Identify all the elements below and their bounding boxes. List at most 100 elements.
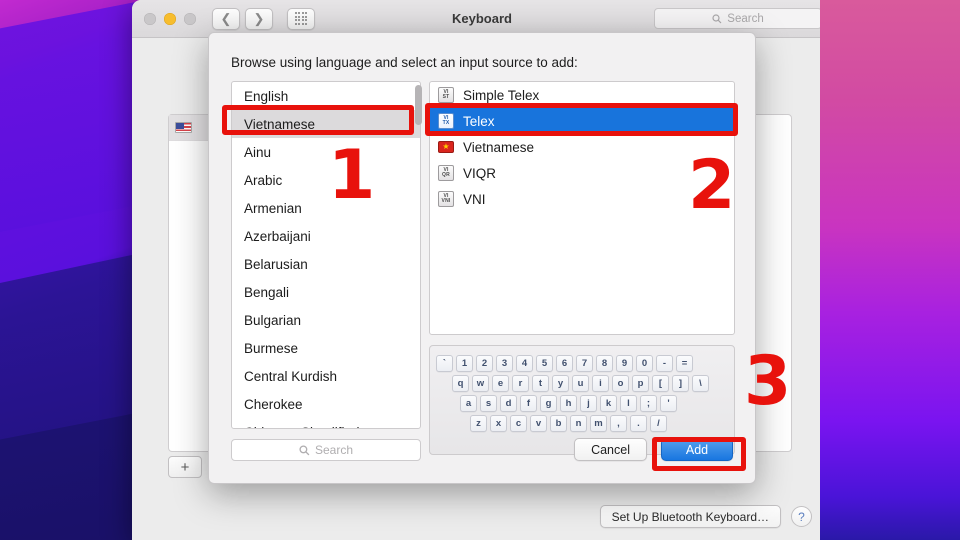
keyboard-key: x — [490, 415, 507, 432]
keyboard-key: , — [610, 415, 627, 432]
language-list-item[interactable]: English — [232, 82, 420, 110]
language-label: Bengali — [244, 284, 290, 300]
keyboard-key: p — [632, 375, 649, 392]
language-list-item[interactable]: Central Kurdish — [232, 362, 420, 390]
keyboard-key: 5 — [536, 355, 553, 372]
language-list-item[interactable]: Chinese, Simplified — [232, 418, 420, 429]
language-list-item[interactable]: Ainu — [232, 138, 420, 166]
keyboard-key: l — [620, 395, 637, 412]
close-button[interactable] — [144, 12, 156, 25]
chevron-left-icon[interactable]: ❮ — [212, 7, 240, 30]
help-button[interactable]: ? — [791, 506, 812, 527]
setup-bluetooth-keyboard-button[interactable]: Set Up Bluetooth Keyboard… — [599, 505, 781, 528]
keyboard-key: 9 — [616, 355, 633, 372]
chevron-right-icon[interactable]: ❯ — [245, 7, 273, 30]
language-label: Burmese — [244, 340, 299, 356]
badge-bottom-text: ST — [442, 94, 450, 100]
input-source-label: Simple Telex — [463, 87, 540, 103]
language-label: Cherokee — [244, 396, 303, 412]
keyboard-key: d — [500, 395, 517, 412]
keyboard-key: c — [510, 415, 527, 432]
keyboard-key: z — [470, 415, 487, 432]
badge-bottom-text: QR — [442, 172, 450, 178]
keyboard-key: j — [580, 395, 597, 412]
keyboard-key: g — [540, 395, 557, 412]
language-list-item[interactable]: Azerbaijani — [232, 222, 420, 250]
keyboard-key: 7 — [576, 355, 593, 372]
grid-glyph — [294, 12, 308, 25]
us-flag-icon — [175, 122, 192, 133]
language-list-item[interactable]: Bulgarian — [232, 306, 420, 334]
keyboard-key: a — [460, 395, 477, 412]
language-label: English — [244, 88, 289, 104]
keyboard-key: y — [552, 375, 569, 392]
search-icon — [712, 13, 722, 23]
language-label: Ainu — [244, 144, 272, 160]
keyboard-key: ` — [436, 355, 453, 372]
keyboard-key: m — [590, 415, 607, 432]
keyboard-row: ` 1 2 3 4 5 6 7 8 9 0- = — [436, 355, 728, 372]
keyboard-key: . — [630, 415, 647, 432]
language-label: Vietnamese — [244, 116, 316, 132]
zoom-button[interactable] — [184, 12, 196, 25]
keyboard-key: w — [472, 375, 489, 392]
add-input-source-button[interactable]: + — [168, 456, 202, 478]
language-label: Chinese, Simplified — [244, 425, 360, 429]
grid-icon[interactable] — [287, 7, 315, 30]
keyboard-row: z x c v b n m,. / — [436, 415, 728, 432]
keyboard-key: q — [452, 375, 469, 392]
minimize-button[interactable] — [164, 12, 176, 25]
language-label: Central Kurdish — [244, 368, 338, 384]
input-source-item[interactable]: VI VNI VNI — [430, 186, 734, 212]
language-list-item[interactable]: Arabic — [232, 166, 420, 194]
badge-bottom-text: TX — [442, 120, 450, 126]
language-list[interactable]: English Vietnamese Ainu Arabic Armenian … — [231, 81, 421, 429]
scrollbar-thumb[interactable] — [415, 85, 422, 125]
input-source-item[interactable]: ★ Vietnamese — [430, 134, 734, 160]
keyboard-row: q w e r t y u i o p[] \ — [436, 375, 728, 392]
keyboard-key: [ — [652, 375, 669, 392]
input-source-item[interactable]: VI QR VIQR — [430, 160, 734, 186]
keyboard-key: o — [612, 375, 629, 392]
search-placeholder: Search — [314, 443, 354, 457]
input-source-item[interactable]: VI ST Simple Telex — [430, 82, 734, 108]
language-label: Belarusian — [244, 256, 308, 272]
input-source-badge-icon: VI ST — [438, 87, 454, 103]
language-list-item[interactable]: Bengali — [232, 278, 420, 306]
search-input[interactable]: Search — [231, 439, 421, 461]
keyboard-key: n — [570, 415, 587, 432]
keyboard-key: ] — [672, 375, 689, 392]
keyboard-key: 4 — [516, 355, 533, 372]
add-input-source-sheet: Browse using language and select an inpu… — [208, 32, 756, 484]
language-list-item[interactable]: Armenian — [232, 194, 420, 222]
language-list-scrollbar[interactable] — [415, 85, 422, 425]
keyboard-key: e — [492, 375, 509, 392]
window-search-field[interactable]: Search — [654, 8, 822, 29]
keyboard-key: ' — [660, 395, 677, 412]
keyboard-key: 6 — [556, 355, 573, 372]
input-source-label: VIQR — [463, 165, 497, 181]
keyboard-key: r — [512, 375, 529, 392]
keyboard-key: / — [650, 415, 667, 432]
keyboard-key: v — [530, 415, 547, 432]
add-button[interactable]: Add — [661, 438, 733, 461]
language-list-item[interactable]: Cherokee — [232, 390, 420, 418]
cancel-button[interactable]: Cancel — [574, 438, 647, 461]
language-label: Bulgarian — [244, 312, 302, 328]
language-list-item[interactable]: Belarusian — [232, 250, 420, 278]
keyboard-key: u — [572, 375, 589, 392]
keyboard-key: \ — [692, 375, 709, 392]
language-list-item[interactable]: Burmese — [232, 334, 420, 362]
keyboard-key: - — [656, 355, 673, 372]
input-source-badge-icon: VI VNI — [438, 191, 454, 207]
window-footer: Set Up Bluetooth Keyboard… ? — [599, 505, 812, 528]
input-source-list[interactable]: VI ST Simple Telex VI TX Telex ★ Vietnam… — [429, 81, 735, 335]
keyboard-row: a s d f g h j k l; ' — [436, 395, 728, 412]
keyboard-key: 3 — [496, 355, 513, 372]
input-source-badge-icon: VI TX — [438, 113, 454, 129]
nav-buttons: ❮ ❯ — [212, 7, 273, 30]
input-source-item[interactable]: VI TX Telex — [430, 108, 734, 134]
language-list-item[interactable]: Vietnamese — [232, 110, 420, 138]
keyboard-key: i — [592, 375, 609, 392]
keyboard-key: ; — [640, 395, 657, 412]
